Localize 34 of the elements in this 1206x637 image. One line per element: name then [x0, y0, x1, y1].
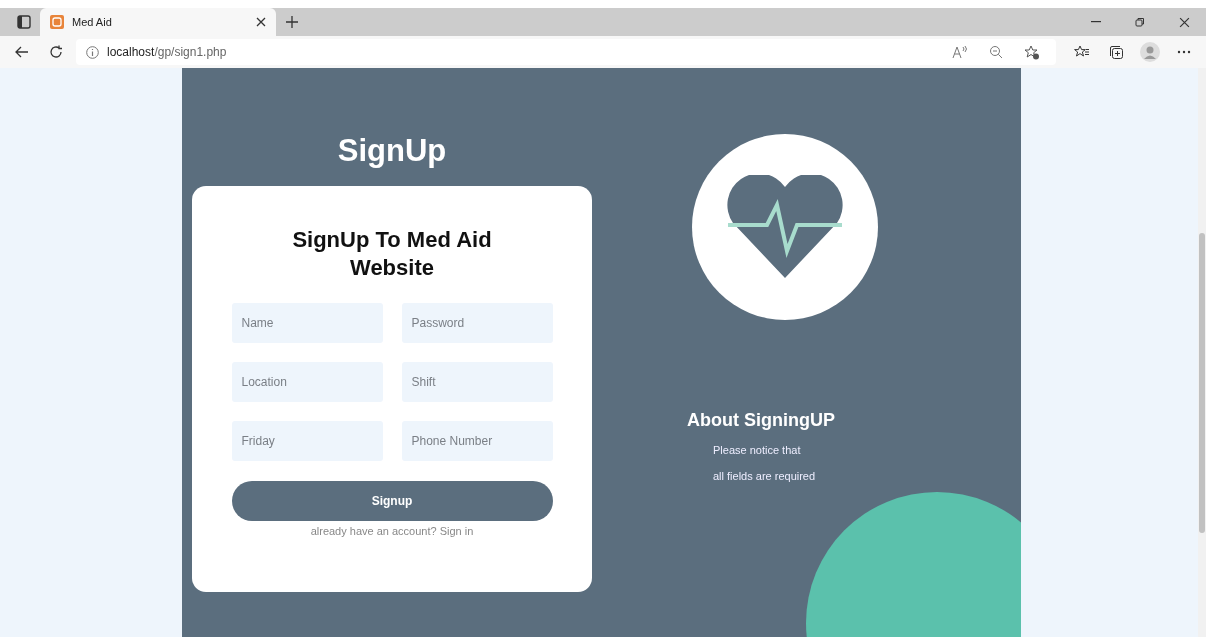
address-bar[interactable]: localhost/gp/sign1.php [76, 39, 1056, 65]
input-field[interactable]: Name [231, 303, 383, 344]
refresh-icon[interactable] [49, 45, 63, 59]
signup-button[interactable]: Signup [231, 481, 553, 522]
about-text: Please notice that [713, 442, 802, 458]
scrollbar[interactable] [1198, 68, 1206, 637]
profile-avatar-icon[interactable] [1140, 42, 1160, 62]
form-heading: SignUp To Med Aid Website [291, 226, 493, 282]
minimize-icon[interactable] [1091, 21, 1101, 23]
heartbeat-heart-icon [725, 175, 845, 279]
input-field[interactable]: Friday [231, 421, 383, 462]
input-field[interactable]: Phone Number [401, 421, 553, 462]
url-text: localhost/gp/sign1.php [107, 44, 227, 61]
sign-in-link[interactable]: already have an account? Sign in [310, 523, 474, 540]
back-arrow-icon[interactable] [15, 46, 29, 58]
read-aloud-icon[interactable] [952, 45, 968, 59]
restore-icon[interactable] [1135, 17, 1145, 27]
add-favorite-icon[interactable] [1024, 44, 1040, 60]
favorites-icon[interactable] [1074, 45, 1090, 59]
about-heading: About SigningUP [687, 410, 835, 432]
info-icon[interactable] [86, 45, 99, 59]
close-icon[interactable] [1178, 16, 1190, 28]
more-options-icon[interactable] [1177, 50, 1191, 54]
about-text: all fields are required [713, 469, 817, 485]
collections-icon[interactable] [1108, 44, 1124, 60]
input-field[interactable]: Location [231, 362, 383, 403]
tab-title: Med Aid [72, 14, 113, 30]
input-field[interactable]: Shift [401, 362, 553, 403]
site-favicon-icon [50, 15, 64, 29]
zoom-out-icon[interactable] [989, 45, 1003, 59]
browser-tab[interactable]: Med Aid [40, 8, 276, 36]
input-field[interactable]: Password [401, 303, 553, 344]
close-icon[interactable] [256, 17, 266, 27]
page-title: SignUp [337, 134, 447, 169]
